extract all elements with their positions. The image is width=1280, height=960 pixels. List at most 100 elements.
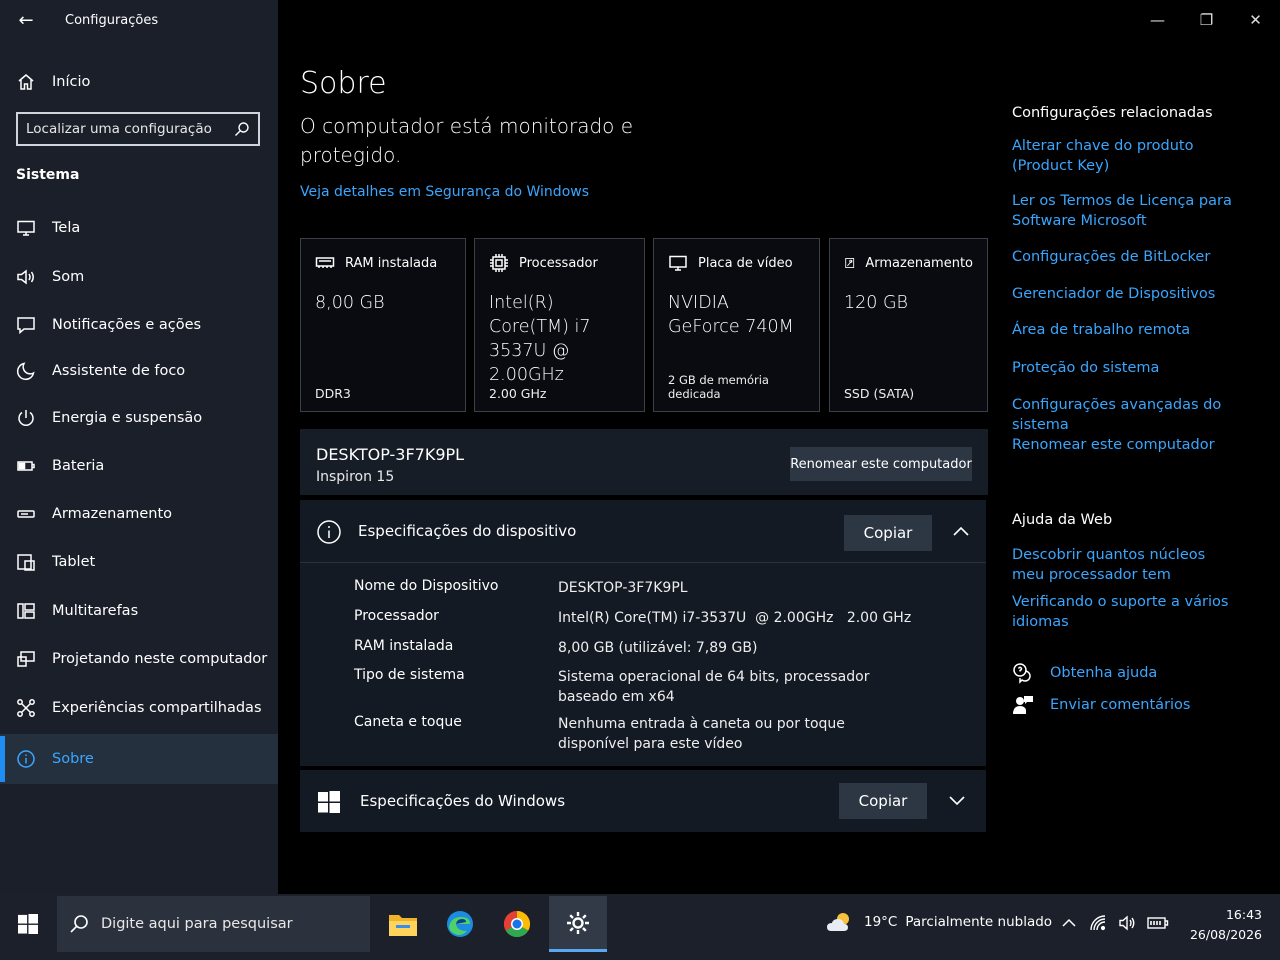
- card-sub: DDR3: [315, 386, 351, 401]
- language-help-link[interactable]: Verificando o suporte a vários idiomas: [1012, 592, 1280, 632]
- security-details-link[interactable]: Veja detalhes em Segurança do Windows: [300, 184, 589, 200]
- battery-icon[interactable]: [1147, 912, 1169, 934]
- spec-value: DESKTOP-3F7K9PL: [558, 580, 688, 596]
- sidebar-item-armazenamento[interactable]: Armazenamento: [0, 492, 278, 536]
- sidebar-item-label: Notificações e ações: [52, 317, 202, 333]
- info-icon: [0, 749, 52, 769]
- remote-desktop-link[interactable]: Área de trabalho remota: [1012, 320, 1262, 340]
- processor-card: Processador Intel(R) Core(TM) i7 3537U @…: [474, 238, 645, 412]
- nav-home-label: Início: [52, 74, 91, 90]
- settings-search-box[interactable]: [16, 112, 260, 146]
- sidebar-item-projetando[interactable]: Projetando neste computador: [0, 637, 278, 681]
- section-label-system: Sistema: [16, 167, 80, 183]
- sidebar-item-energia[interactable]: Energia e suspensão: [0, 396, 278, 440]
- chrome-icon[interactable]: [489, 896, 545, 952]
- chevron-up-icon[interactable]: [1058, 912, 1080, 934]
- device-specs-title: Especificações do dispositivo: [358, 522, 577, 540]
- computer-model: Inspiron 15: [316, 469, 395, 485]
- sidebar-item-sobre[interactable]: Sobre: [0, 734, 278, 784]
- card-label: RAM instalada: [345, 255, 438, 271]
- power-icon: [0, 408, 52, 428]
- bitlocker-link[interactable]: Configurações de BitLocker: [1012, 247, 1262, 267]
- minimize-button[interactable]: —: [1133, 0, 1182, 40]
- sidebar-item-tablet[interactable]: Tablet: [0, 540, 278, 584]
- related-heading: Configurações relacionadas: [1012, 105, 1213, 121]
- nav-home[interactable]: Início: [0, 62, 278, 102]
- settings-search-input[interactable]: [26, 121, 226, 137]
- cores-help-link[interactable]: Descobrir quantos núcleos meu processado…: [1012, 545, 1227, 585]
- advanced-settings-link[interactable]: Configurações avançadas do sistema: [1012, 395, 1280, 435]
- close-button[interactable]: ✕: [1231, 0, 1280, 40]
- chevron-up-icon[interactable]: [951, 522, 971, 542]
- taskbar-search[interactable]: [57, 896, 370, 952]
- copy-windows-specs-button[interactable]: Copiar: [839, 783, 927, 819]
- restore-button[interactable]: ❐: [1182, 0, 1231, 40]
- rename-computer-link[interactable]: Renomear este computador: [1012, 435, 1262, 455]
- disk-icon: [845, 258, 855, 268]
- search-icon[interactable]: [234, 121, 250, 137]
- sidebar-item-experiencias[interactable]: Experiências compartilhadas: [0, 686, 278, 730]
- spec-label: Nome do Dispositivo: [354, 578, 499, 594]
- back-button[interactable]: ←: [0, 0, 52, 40]
- license-terms-link[interactable]: Ler os Termos de Licença para Software M…: [1012, 191, 1232, 231]
- spec-value: 8,00 GB (utilizável: 7,89 GB): [558, 640, 758, 656]
- weather-temp: 19°C: [864, 914, 898, 930]
- multitask-icon: [0, 601, 52, 621]
- wifi-icon[interactable]: [1087, 912, 1109, 934]
- page-title: Sobre: [300, 66, 387, 101]
- device-manager-link[interactable]: Gerenciador de Dispositivos: [1012, 284, 1262, 304]
- ram-icon: [315, 257, 335, 268]
- spec-label: RAM instalada: [354, 638, 454, 654]
- sidebar-item-som[interactable]: Som: [0, 255, 278, 299]
- sidebar-item-notificacoes[interactable]: Notificações e ações: [0, 303, 278, 347]
- search-icon: [70, 915, 88, 933]
- computer-name: DESKTOP-3F7K9PL: [316, 445, 465, 464]
- windows-specs-panel[interactable]: Especificações do Windows Copiar: [300, 770, 986, 832]
- get-help-link[interactable]: Obtenha ajuda: [1012, 662, 1157, 684]
- product-key-link[interactable]: Alterar chave do produto (Product Key): [1012, 136, 1252, 176]
- chevron-down-icon[interactable]: [947, 790, 967, 810]
- sidebar-item-label: Armazenamento: [52, 506, 173, 522]
- card-value: 8,00 GB: [315, 293, 385, 313]
- storage-card: Armazenamento 120 GB SSD (SATA): [829, 238, 988, 412]
- device-specs-panel: Especificações do dispositivo Copiar Nom…: [300, 500, 986, 766]
- card-sub: SSD (SATA): [844, 386, 915, 401]
- gpu-icon: [669, 255, 687, 271]
- tablet-icon: [0, 552, 52, 572]
- sidebar-item-bateria[interactable]: Bateria: [0, 444, 278, 488]
- start-button[interactable]: [0, 894, 56, 954]
- sidebar-item-label: Som: [52, 269, 85, 285]
- edge-icon[interactable]: [432, 896, 488, 952]
- notification-icon: [0, 315, 52, 335]
- windows-start-icon: [18, 914, 38, 934]
- sidebar-item-multitarefas[interactable]: Multitarefas: [0, 589, 278, 633]
- card-sub: 2.00 GHz: [489, 386, 547, 401]
- get-help-label: Obtenha ajuda: [1050, 665, 1158, 681]
- ram-card: RAM instalada 8,00 GB DDR3: [300, 238, 466, 412]
- app-title: Configurações: [65, 12, 159, 28]
- volume-icon[interactable]: [1116, 912, 1138, 934]
- weather-widget[interactable]: 19°C Parcialmente nublado: [826, 910, 1052, 934]
- storage-icon: [0, 504, 52, 524]
- send-feedback-link[interactable]: Enviar comentários: [1012, 694, 1190, 716]
- file-explorer-icon[interactable]: [375, 896, 431, 952]
- device-specs-header[interactable]: Especificações do dispositivo Copiar: [300, 500, 986, 563]
- rename-computer-button[interactable]: Renomear este computador: [790, 447, 972, 481]
- protection-status: O computador está monitorado e protegido…: [300, 114, 634, 167]
- system-protection-link[interactable]: Proteção do sistema: [1012, 358, 1262, 378]
- computer-name-panel: DESKTOP-3F7K9PL Inspiron 15 Renomear est…: [300, 429, 988, 495]
- window-controls: — ❐ ✕: [1133, 0, 1280, 40]
- spec-value: Intel(R) Core(TM) i7-3537U @ 2.00GHz 2.0…: [558, 610, 912, 626]
- clock[interactable]: 16:43 26/08/2026: [1190, 905, 1262, 945]
- sidebar-item-assistente-foco[interactable]: Assistente de foco: [0, 349, 278, 393]
- copy-device-specs-button[interactable]: Copiar: [844, 515, 932, 551]
- speaker-icon: [0, 267, 52, 287]
- sidebar-item-label: Assistente de foco: [52, 363, 186, 379]
- partly-cloudy-icon: [827, 913, 849, 931]
- taskbar-search-input[interactable]: [101, 916, 341, 932]
- spec-label: Processador: [354, 608, 439, 624]
- sidebar-item-label: Tablet: [52, 554, 96, 570]
- settings-icon[interactable]: [549, 896, 607, 952]
- project-icon: [0, 649, 52, 669]
- sidebar-item-tela[interactable]: Tela: [0, 206, 278, 250]
